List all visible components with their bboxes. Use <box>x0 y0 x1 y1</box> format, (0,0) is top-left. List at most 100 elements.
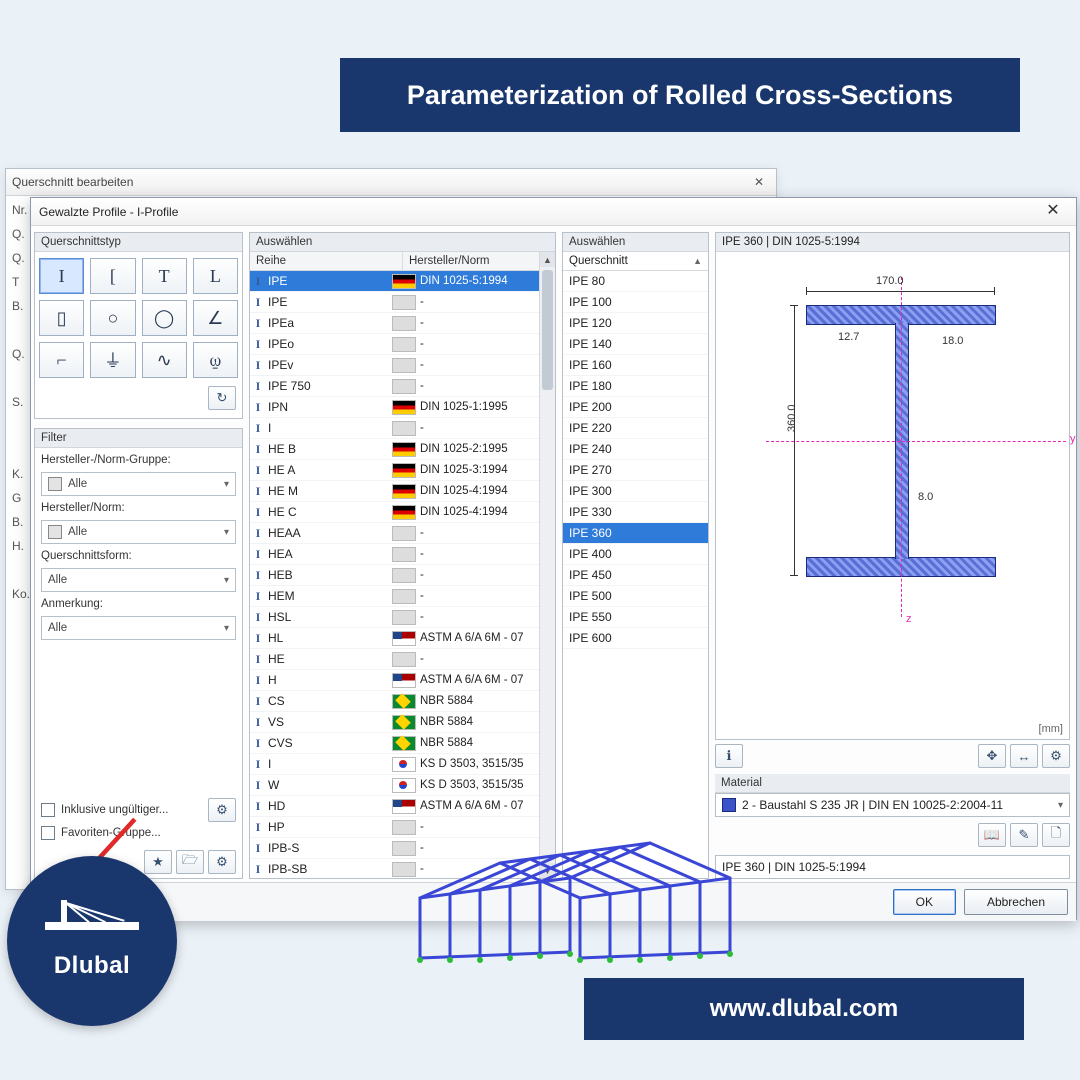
reihe-row[interactable]: IHE MDIN 1025-4:1994 <box>250 481 555 502</box>
qs-row[interactable]: IPE 400 <box>563 544 708 565</box>
dim-fillet: 18.0 <box>942 335 963 347</box>
dialog-title: Gewalzte Profile - I-Profile <box>39 205 178 219</box>
reihe-row[interactable]: IHE ADIN 1025-3:1994 <box>250 460 555 481</box>
ok-button[interactable]: OK <box>893 889 956 915</box>
type-cell-5[interactable]: ○ <box>90 300 135 336</box>
dim-web-thk: 8.0 <box>918 491 933 503</box>
reihe-row[interactable]: IHEM- <box>250 586 555 607</box>
reihe-row[interactable]: IHLASTM A 6/A 6M - 07 <box>250 628 555 649</box>
scroll-down-icon[interactable]: ▼ <box>540 863 555 878</box>
reihe-row[interactable]: IIPB-S- <box>250 838 555 859</box>
qs-row[interactable]: IPE 300 <box>563 481 708 502</box>
qs-header: Auswählen <box>563 233 708 252</box>
type-cell-1[interactable]: [ <box>90 258 135 294</box>
reihe-row[interactable]: IIPB-SB- <box>250 859 555 878</box>
qs-row[interactable]: IPE 330 <box>563 502 708 523</box>
type-cell-2[interactable]: T <box>142 258 187 294</box>
filter-norm-select[interactable]: Alle▾ <box>41 520 236 544</box>
mat-lib-icon[interactable]: 📖 <box>978 823 1006 847</box>
chk-fav[interactable]: Favoriten-Gruppe... <box>41 826 236 840</box>
fav-open-icon[interactable]: ★ <box>144 850 172 874</box>
reihe-row[interactable]: IHE BDIN 1025-2:1995 <box>250 439 555 460</box>
type-cell-7[interactable]: ∠ <box>193 300 238 336</box>
type-cell-4[interactable]: ▯ <box>39 300 84 336</box>
view-dim-icon[interactable]: ↔ <box>1010 744 1038 768</box>
reihe-row[interactable]: IHE- <box>250 649 555 670</box>
info-icon[interactable]: ℹ <box>715 744 743 768</box>
scroll-thumb[interactable] <box>542 270 553 390</box>
mat-edit-icon[interactable]: ✎ <box>1010 823 1038 847</box>
close-button[interactable]: ✕ <box>1038 202 1068 222</box>
qs-row[interactable]: IPE 240 <box>563 439 708 460</box>
profiles-dialog: Gewalzte Profile - I-Profile ✕ Querschni… <box>30 197 1077 920</box>
reihe-row[interactable]: IHE CDIN 1025-4:1994 <box>250 502 555 523</box>
qs-row[interactable]: IPE 100 <box>563 292 708 313</box>
view-axes-icon[interactable]: ✥ <box>978 744 1006 768</box>
qs-row[interactable]: IPE 180 <box>563 376 708 397</box>
scroll-up-icon[interactable]: ▲ <box>540 252 555 267</box>
qs-row[interactable]: IPE 360 <box>563 523 708 544</box>
filter-form-select[interactable]: Alle▾ <box>41 568 236 592</box>
reihe-row[interactable]: IHP- <box>250 817 555 838</box>
reihe-header: Auswählen <box>250 233 555 252</box>
col-norm[interactable]: Hersteller/Norm <box>403 252 555 270</box>
reihe-row[interactable]: IHSL- <box>250 607 555 628</box>
reihe-row[interactable]: II- <box>250 418 555 439</box>
qs-row[interactable]: IPE 140 <box>563 334 708 355</box>
view-config-icon[interactable]: ⚙ <box>1042 744 1070 768</box>
qs-row[interactable]: IPE 270 <box>563 460 708 481</box>
url-banner: www.dlubal.com <box>584 978 1024 1040</box>
type-cell-10[interactable]: ∿ <box>142 342 187 378</box>
type-cell-3[interactable]: L <box>193 258 238 294</box>
filter-group-select[interactable]: Alle▾ <box>41 472 236 496</box>
fav-folder-icon[interactable]: 🗁 <box>176 850 204 874</box>
qs-row[interactable]: IPE 120 <box>563 313 708 334</box>
chk-invalid[interactable]: Inklusive ungültiger... ⚙ <box>41 798 236 822</box>
chk-invalid-config-icon[interactable]: ⚙ <box>208 798 236 822</box>
qs-row[interactable]: IPE 600 <box>563 628 708 649</box>
material-select[interactable]: 2 - Baustahl S 235 JR | DIN EN 10025-2:2… <box>715 793 1070 817</box>
reihe-scrollbar[interactable]: ▲ ▼ <box>539 252 555 878</box>
col-reihe[interactable]: Reihe <box>250 252 403 270</box>
reihe-row[interactable]: IIPEv- <box>250 355 555 376</box>
mat-new-icon[interactable]: 🗋 <box>1042 823 1070 847</box>
fav-config-icon[interactable]: ⚙ <box>208 850 236 874</box>
qs-row[interactable]: IPE 500 <box>563 586 708 607</box>
reihe-row[interactable]: IIPEo- <box>250 334 555 355</box>
reihe-row[interactable]: IHASTM A 6/A 6M - 07 <box>250 670 555 691</box>
reihe-row[interactable]: IIPE- <box>250 292 555 313</box>
cancel-button[interactable]: Abbrechen <box>964 889 1068 915</box>
reihe-row[interactable]: IIKS D 3503, 3515/35 <box>250 754 555 775</box>
type-cell-6[interactable]: ◯ <box>142 300 187 336</box>
refresh-icon[interactable]: ↻ <box>208 386 236 410</box>
reihe-row[interactable]: IVSNBR 5884 <box>250 712 555 733</box>
reihe-row[interactable]: IHEB- <box>250 565 555 586</box>
filter-header: Filter <box>35 429 242 448</box>
qs-row[interactable]: IPE 200 <box>563 397 708 418</box>
reihe-row[interactable]: IHDASTM A 6/A 6M - 07 <box>250 796 555 817</box>
qs-row[interactable]: IPE 160 <box>563 355 708 376</box>
qs-row[interactable]: IPE 450 <box>563 565 708 586</box>
reihe-row[interactable]: IIPEDIN 1025-5:1994 <box>250 271 555 292</box>
qs-row[interactable]: IPE 220 <box>563 418 708 439</box>
material-header: Material <box>715 774 1070 793</box>
reihe-row[interactable]: IWKS D 3503, 3515/35 <box>250 775 555 796</box>
reihe-row[interactable]: ICSNBR 5884 <box>250 691 555 712</box>
preview-title: IPE 360 | DIN 1025-5:1994 <box>716 233 1069 252</box>
qs-row[interactable]: IPE 550 <box>563 607 708 628</box>
qs-column-header[interactable]: Querschnitt▲ <box>563 252 708 271</box>
reihe-row[interactable]: IIPEa- <box>250 313 555 334</box>
reihe-row[interactable]: IHEA- <box>250 544 555 565</box>
reihe-row[interactable]: IHEAA- <box>250 523 555 544</box>
type-cell-9[interactable]: ⏚ <box>90 342 135 378</box>
type-cell-8[interactable]: ⌐ <box>39 342 84 378</box>
type-cell-0[interactable]: I <box>39 258 84 294</box>
reihe-row[interactable]: IIPE 750- <box>250 376 555 397</box>
preview-pane: IPE 360 | DIN 1025-5:1994 y z 170.0 <box>715 232 1070 740</box>
reihe-row[interactable]: IIPNDIN 1025-1:1995 <box>250 397 555 418</box>
qs-row[interactable]: IPE 80 <box>563 271 708 292</box>
reihe-row[interactable]: ICVSNBR 5884 <box>250 733 555 754</box>
type-cell-11[interactable]: ⍹ <box>193 342 238 378</box>
filter-anm-select[interactable]: Alle▾ <box>41 616 236 640</box>
bg-window-close-icon[interactable]: ✕ <box>748 175 770 189</box>
